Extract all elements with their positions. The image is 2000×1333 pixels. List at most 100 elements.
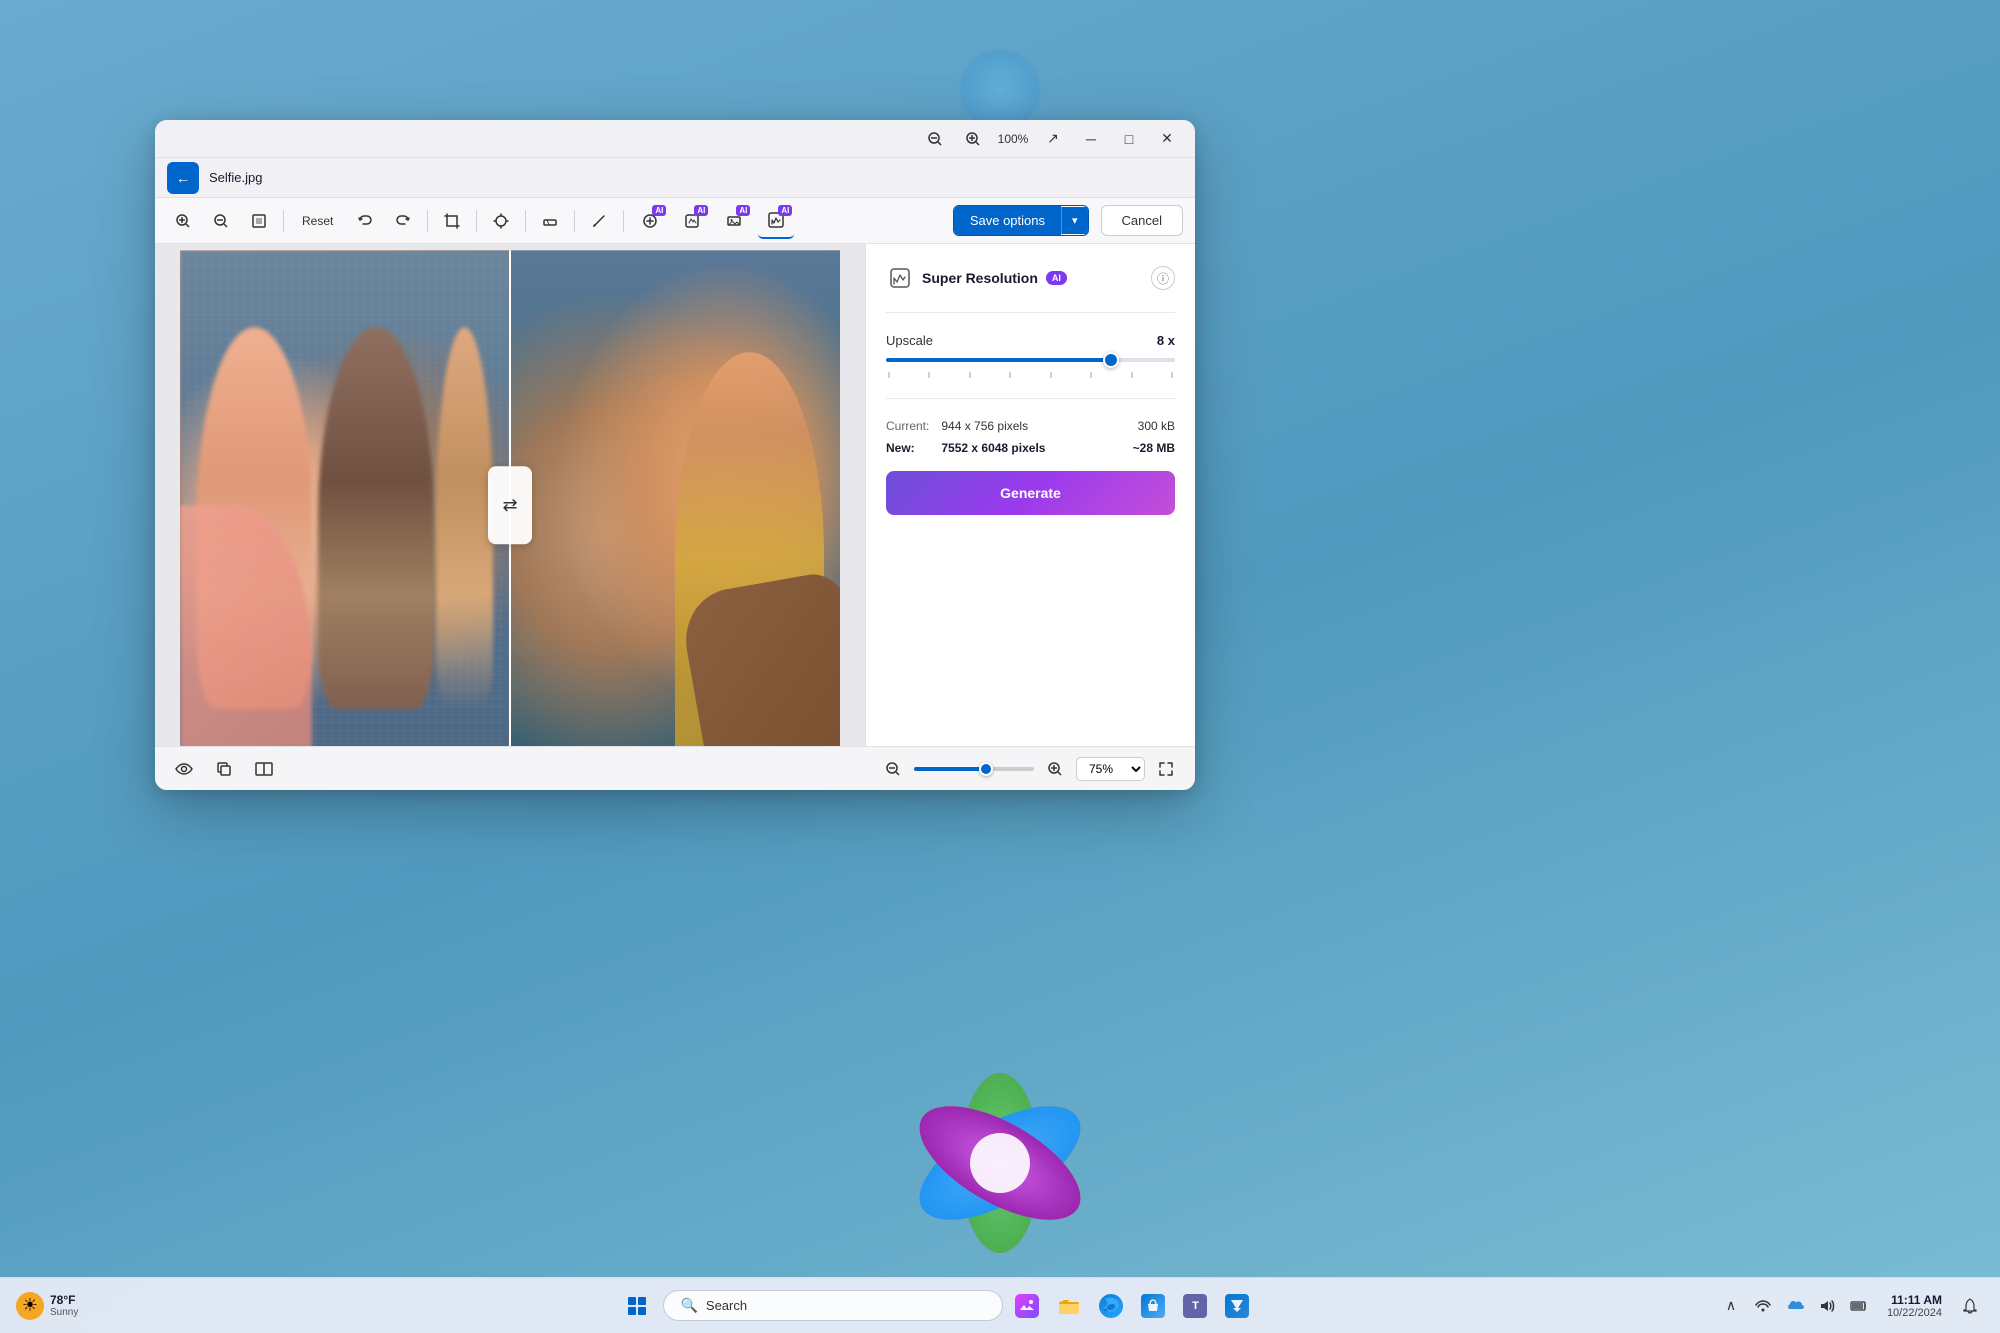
save-options-button[interactable]: Save options [954, 206, 1061, 235]
clock-date: 10/22/2024 [1887, 1307, 1942, 1319]
redo-button[interactable] [387, 205, 419, 237]
store-icon [1141, 1294, 1165, 1318]
top-right-controls: 100% ↗ ─ □ ✕ [919, 125, 1183, 153]
current-label: Current: [886, 419, 929, 433]
panel-header: Super Resolution AI ⓘ [886, 264, 1175, 292]
maximize-window-button[interactable]: □ [1113, 125, 1145, 153]
tick-6 [1090, 372, 1092, 378]
remove-bg-ai-button[interactable]: AI [632, 203, 668, 239]
new-size: ~28 MB [1133, 441, 1175, 455]
search-bar[interactable]: 🔍 Search [663, 1290, 1003, 1321]
image-panel: ⇄ [155, 244, 865, 746]
panel-title-row: Super Resolution AI [886, 264, 1067, 292]
windows-logo-icon [628, 1297, 646, 1315]
tray-volume-icon[interactable] [1813, 1292, 1841, 1320]
zoom-in-window-button[interactable] [957, 125, 989, 153]
taskbar-edge-icon[interactable] [1093, 1288, 1129, 1324]
toolbar-separator-5 [574, 210, 575, 232]
copy-button[interactable] [209, 754, 239, 784]
tray-battery-icon[interactable] [1845, 1292, 1873, 1320]
weather-info: 78°F Sunny [50, 1293, 78, 1318]
face-tan [436, 327, 494, 710]
fullscreen-button[interactable]: ↗ [1037, 125, 1069, 153]
tick-2 [928, 372, 930, 378]
super-resolution-icon [886, 264, 914, 292]
zoom-out-bottom-button[interactable] [878, 754, 908, 784]
image-right-panel [510, 250, 840, 746]
image-container: ⇄ [180, 250, 840, 746]
tray-network-icon[interactable] [1749, 1292, 1777, 1320]
reset-button[interactable]: Reset [292, 210, 343, 232]
minimize-window-button[interactable]: ─ [1075, 125, 1107, 153]
undo-button[interactable] [349, 205, 381, 237]
section-divider-1 [886, 312, 1175, 313]
toolbar-separator-1 [283, 210, 284, 232]
win-square-3 [628, 1307, 636, 1315]
toolbar-separator-3 [476, 210, 477, 232]
generate-button[interactable]: Generate [886, 471, 1175, 515]
adjust-button[interactable] [485, 205, 517, 237]
upscale-section: Upscale 8 x [886, 333, 1175, 378]
super-resolution-ai-button[interactable]: AI [758, 203, 794, 239]
generative-fill-ai-button[interactable]: AI [674, 203, 710, 239]
zoom-select[interactable]: 75% 50% 100% [1076, 757, 1145, 781]
fit-to-window-button[interactable] [243, 205, 275, 237]
taskbar-snipping-icon[interactable] [1219, 1288, 1255, 1324]
zoom-percent-display: 100% [995, 132, 1031, 146]
draw-button[interactable] [583, 205, 615, 237]
upscale-slider[interactable] [886, 358, 1175, 362]
edge-icon [1099, 1294, 1123, 1318]
fullscreen-bottom-button[interactable] [1151, 754, 1181, 784]
ai-badge-3: AI [736, 205, 750, 216]
taskbar-center: 🔍 Search [164, 1286, 1709, 1326]
background-ai-button[interactable]: AI [716, 203, 752, 239]
save-options-dropdown-button[interactable]: ▾ [1061, 207, 1088, 234]
tick-3 [969, 372, 971, 378]
taskbar-right: ∧ [1717, 1291, 1984, 1321]
zoom-out-window-button[interactable] [919, 125, 951, 153]
bottom-zoom-thumb[interactable] [979, 762, 993, 776]
toolbar: Reset [155, 198, 1195, 244]
zoom-in-toolbar-button[interactable] [167, 205, 199, 237]
bottom-zoom-slider[interactable] [914, 767, 1034, 771]
tick-4 [1009, 372, 1011, 378]
search-bar-text: Search [706, 1298, 747, 1313]
panel-title-label: Super Resolution [922, 270, 1038, 286]
clock-time: 11:11 AM [1891, 1293, 1942, 1307]
crop-button[interactable] [436, 205, 468, 237]
tray-chevron-icon[interactable]: ∧ [1717, 1292, 1745, 1320]
eye-tool-button[interactable] [169, 754, 199, 784]
photos-icon [1015, 1294, 1039, 1318]
slider-thumb[interactable] [1103, 352, 1119, 368]
split-handle[interactable]: ⇄ [488, 466, 532, 544]
win-square-2 [638, 1297, 646, 1305]
tray-onedrive-icon[interactable] [1781, 1292, 1809, 1320]
panel-ai-badge: AI [1046, 271, 1067, 285]
taskbar-photos-icon[interactable] [1009, 1288, 1045, 1324]
ai-badge-4: AI [778, 205, 792, 216]
slider-ticks [886, 372, 1175, 378]
face-dark [318, 327, 434, 710]
ai-widget [960, 50, 1040, 130]
taskbar-teams-icon[interactable]: T [1177, 1288, 1213, 1324]
taskbar-store-icon[interactable] [1135, 1288, 1171, 1324]
ai-badge-2: AI [694, 205, 708, 216]
taskbar-file-explorer-icon[interactable] [1051, 1288, 1087, 1324]
zoom-out-toolbar-button[interactable] [205, 205, 237, 237]
back-button[interactable]: ← [167, 162, 199, 194]
search-bar-icon: 🔍 [680, 1297, 697, 1314]
start-button[interactable] [617, 1286, 657, 1326]
close-window-button[interactable]: ✕ [1151, 125, 1183, 153]
image-split-view: ⇄ [180, 250, 840, 746]
cancel-button[interactable]: Cancel [1101, 205, 1183, 236]
ai-badge: AI [652, 205, 666, 216]
teams-icon: T [1183, 1294, 1207, 1318]
clock[interactable]: 11:11 AM 10/22/2024 [1881, 1291, 1948, 1321]
zoom-in-bottom-button[interactable] [1040, 754, 1070, 784]
info-button[interactable]: ⓘ [1151, 266, 1175, 290]
info-grid: Current: 944 x 756 pixels 300 kB New: 75… [886, 419, 1175, 455]
compare-button[interactable] [249, 754, 279, 784]
bottom-bar: 75% 50% 100% [155, 746, 1195, 790]
notification-icon[interactable] [1956, 1292, 1984, 1320]
erase-button[interactable] [534, 205, 566, 237]
